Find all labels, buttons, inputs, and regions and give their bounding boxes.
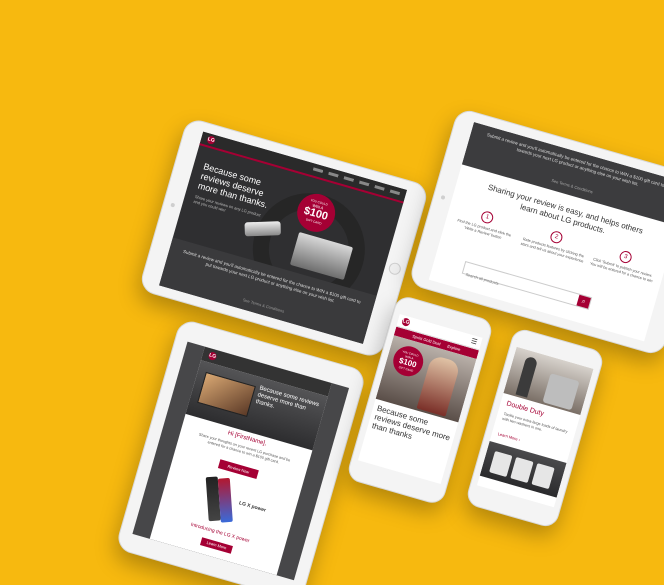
home-button[interactable] — [387, 261, 403, 277]
phone-product-image — [244, 221, 281, 237]
email-hero-headline: Because some reviews deserve more than t… — [254, 385, 320, 412]
lg-logo-icon: LG — [207, 351, 218, 362]
step-number-icon: 2 — [549, 229, 564, 245]
washer-image — [531, 463, 555, 490]
tablet-landscape-1: LG Because some reviews deserve more tha… — [138, 116, 430, 360]
search-icon: ⌕ — [580, 297, 587, 306]
lg-logo-icon: LG — [400, 317, 411, 328]
mockup-scene: LG Because some reviews deserve more tha… — [0, 0, 664, 585]
search-button[interactable]: ⌕ — [576, 294, 591, 309]
appliances-photo — [479, 441, 567, 498]
header-nav[interactable] — [312, 167, 401, 196]
step-number-icon: 3 — [618, 249, 634, 265]
person-photo — [515, 355, 539, 398]
step-item: 3 Click 'Submit' to publish your review.… — [589, 242, 659, 284]
learn-more-link[interactable]: Learn More — [497, 431, 518, 441]
phone-2: Double Duty Tackle your extra-large load… — [464, 326, 606, 530]
washer-image — [542, 373, 580, 411]
washer-image — [489, 450, 513, 478]
email-column: LG Because some reviews deserve more tha… — [149, 346, 332, 576]
washer-image — [510, 456, 534, 484]
tablet2-screen: Submit a review and you'll automatically… — [428, 122, 664, 342]
tablet3-screen: LG Because some reviews deserve more tha… — [132, 341, 350, 581]
lg-x-power-phone — [217, 477, 233, 523]
tablet1-screen: LG Because some reviews deserve more tha… — [159, 131, 407, 344]
review-now-button[interactable]: Review Now — [217, 459, 259, 479]
menu-icon[interactable]: ☰ — [470, 337, 478, 346]
woman-photo — [416, 354, 461, 417]
camera-dot — [440, 194, 446, 200]
phone2-screen: Double Duty Tackle your extra-large load… — [476, 346, 594, 508]
arrow-icon: › — [518, 437, 521, 443]
lg-logo-icon: LG — [206, 135, 217, 146]
tablet-portrait: LG Because some reviews deserve more tha… — [114, 317, 368, 585]
learn-more-button[interactable]: Learn More — [199, 537, 233, 554]
phone2-learn-more[interactable]: Learn More › — [497, 431, 520, 442]
step-number-icon: 1 — [479, 209, 495, 225]
camera-dot — [170, 202, 176, 208]
prize-badge: YOU COULD WIN A $100 GIFT CARD — [389, 342, 427, 380]
product-label: LG X power — [238, 500, 267, 514]
tv-image — [197, 371, 256, 418]
